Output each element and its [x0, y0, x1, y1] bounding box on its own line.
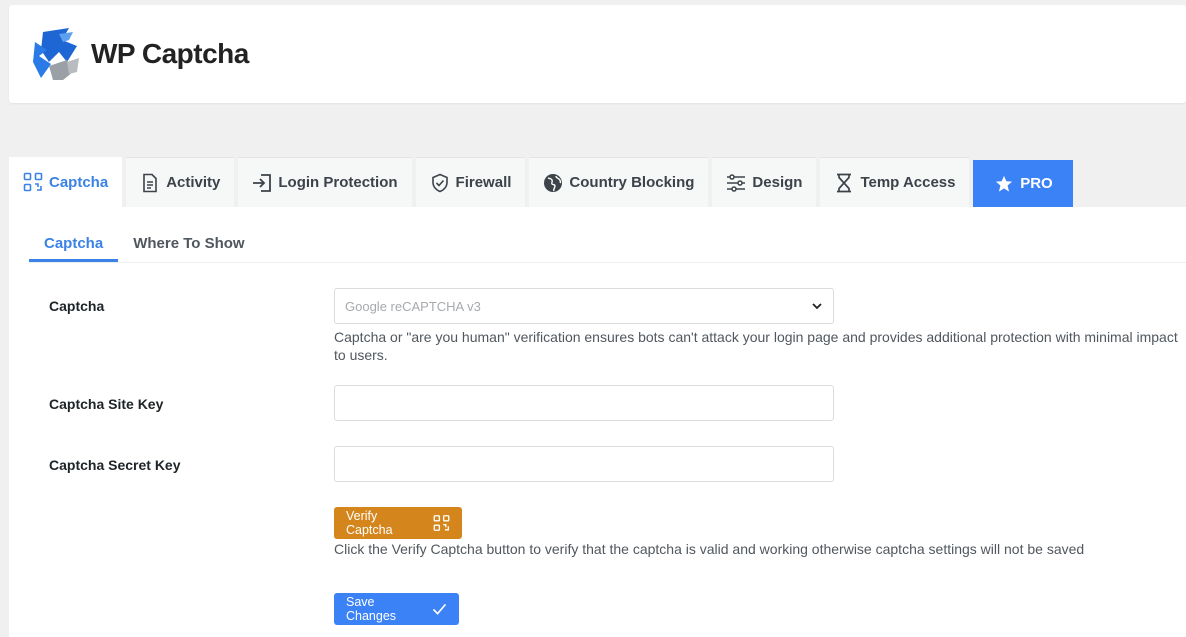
globe-icon: [543, 173, 563, 193]
logo-icon: [33, 28, 79, 80]
tab-activity[interactable]: Activity: [126, 157, 235, 207]
login-icon: [252, 173, 272, 193]
verify-captcha-label: Verify Captcha: [346, 509, 393, 537]
check-icon: [432, 603, 447, 615]
tab-label: Captcha: [49, 173, 109, 191]
subtab-where-to-show[interactable]: Where To Show: [118, 225, 259, 262]
tab-label: Activity: [166, 174, 221, 191]
captcha-select[interactable]: Google reCAPTCHA v3: [334, 288, 834, 324]
tab-firewall[interactable]: Firewall: [415, 157, 526, 207]
secret-key-input[interactable]: [334, 446, 834, 482]
site-key-label: Captcha Site Key: [49, 396, 164, 412]
verify-captcha-button[interactable]: Verify Captcha: [334, 507, 462, 539]
tab-country-blocking[interactable]: Country Blocking: [529, 157, 709, 207]
captcha-description: Captcha or "are you human" verification …: [334, 329, 1178, 363]
header-bar: WP Captcha: [9, 5, 1186, 103]
captcha-icon: [23, 172, 43, 192]
captcha-icon: [433, 515, 450, 531]
tab-label: PRO: [1020, 175, 1053, 192]
tab-login-protection[interactable]: Login Protection: [238, 157, 412, 207]
tab-label: Temp Access: [860, 174, 956, 191]
tab-pro[interactable]: PRO: [973, 160, 1074, 207]
site-key-input[interactable]: [334, 385, 834, 421]
tab-captcha[interactable]: Captcha: [9, 157, 123, 207]
captcha-select-value: Google reCAPTCHA v3: [345, 298, 481, 314]
tab-label: Design: [752, 174, 803, 191]
verify-description: Click the Verify Captcha button to verif…: [334, 541, 1085, 557]
subtab-captcha[interactable]: Captcha: [29, 225, 119, 262]
logo[interactable]: WP Captcha: [29, 22, 249, 86]
shield-icon: [430, 173, 450, 193]
sub-tabs: Captcha Where To Show: [29, 225, 1186, 263]
document-icon: [140, 173, 160, 193]
star-icon: [994, 174, 1014, 194]
secret-key-label: Captcha Secret Key: [49, 457, 181, 473]
captcha-label: Captcha: [49, 298, 105, 314]
sliders-icon: [726, 173, 746, 193]
tab-temp-access[interactable]: Temp Access: [820, 157, 970, 207]
brand-name: WP Captcha: [91, 38, 249, 69]
tab-label: Login Protection: [278, 174, 398, 191]
hourglass-icon: [834, 173, 854, 193]
settings-panel: Captcha Where To Show Captcha Google reC…: [9, 207, 1186, 637]
chevron-down-icon: [812, 303, 822, 310]
save-changes-label: Save Changes: [346, 595, 397, 623]
tab-label: Country Blocking: [569, 174, 695, 191]
main-tabs: Captcha Activity Login Protection Firewa…: [9, 157, 1074, 207]
tab-design[interactable]: Design: [712, 157, 817, 207]
save-changes-button[interactable]: Save Changes: [334, 593, 459, 625]
tab-label: Firewall: [455, 174, 512, 191]
